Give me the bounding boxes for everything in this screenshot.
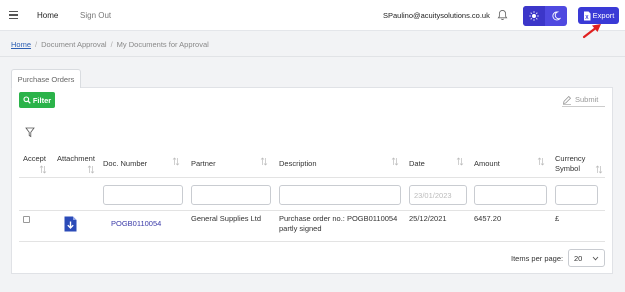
- chevron-down-icon: [592, 256, 599, 260]
- column-header-attachment[interactable]: Attachment: [57, 154, 95, 164]
- sun-icon: [529, 11, 539, 21]
- description-cell: Purchase order no.: POGB0110054 partly s…: [279, 214, 398, 233]
- breadcrumb-separator: /: [110, 40, 113, 49]
- filter-label: Filter: [32, 95, 52, 105]
- purchase-orders-panel: [11, 87, 613, 274]
- filter-row-divider: [19, 210, 605, 211]
- sort-icon[interactable]: [537, 157, 545, 166]
- column-header-partner[interactable]: Partner: [191, 159, 216, 169]
- nav-sign-out-link[interactable]: Sign Out: [80, 11, 111, 20]
- currency-cell: £: [555, 214, 560, 223]
- column-header-date[interactable]: Date: [409, 159, 425, 169]
- tab-purchase-orders[interactable]: Purchase Orders: [11, 69, 81, 88]
- top-bar: Home Sign Out SPaulino@acuitysolutions.c…: [0, 0, 625, 31]
- column-header-amount[interactable]: Amount: [474, 159, 500, 169]
- light-theme-button[interactable]: [523, 6, 545, 26]
- amount-cell: 6457.20: [474, 214, 502, 223]
- header-divider: [0, 56, 625, 57]
- breadcrumb-current-page: My Documents for Approval: [116, 40, 209, 49]
- breadcrumb: Home / Document Approval / My Documents for …: [11, 40, 209, 49]
- export-label: Export: [592, 11, 615, 20]
- partner-filter-input[interactable]: [191, 185, 271, 205]
- filter-button[interactable]: Filter: [19, 92, 55, 108]
- items-per-page-select[interactable]: 20: [568, 249, 605, 267]
- sort-icon[interactable]: [260, 157, 268, 166]
- bell-icon[interactable]: [497, 9, 508, 21]
- sort-icon[interactable]: [456, 157, 464, 166]
- column-header-currency-symbol[interactable]: Currency Symbol: [555, 154, 595, 174]
- filter-funnel-icon[interactable]: [25, 127, 35, 138]
- column-header-doc-number[interactable]: Doc. Number: [103, 159, 147, 169]
- partner-cell: General Supplies Ltd: [191, 214, 262, 223]
- moon-icon: [552, 11, 561, 21]
- column-header-accept[interactable]: Accept: [23, 154, 46, 164]
- date-filter-placeholder: 23/01/2023: [414, 191, 452, 200]
- doc-number-filter-input[interactable]: [103, 185, 183, 205]
- header-row-divider: [19, 177, 605, 178]
- theme-toggle: [523, 6, 567, 26]
- red-arrow-annotation: [582, 24, 601, 39]
- amount-filter-input[interactable]: [474, 185, 547, 205]
- sort-icon[interactable]: [595, 165, 603, 174]
- column-header-description[interactable]: Description: [279, 159, 317, 169]
- pencil-icon: [562, 95, 572, 105]
- dark-theme-button[interactable]: [545, 6, 567, 26]
- sort-icon[interactable]: [39, 165, 47, 174]
- sort-icon[interactable]: [87, 165, 95, 174]
- currency-filter-input[interactable]: [555, 185, 598, 205]
- user-email: SPaulino@acuitysolutions.co.uk: [383, 11, 490, 20]
- date-cell: 25/12/2021: [409, 214, 447, 223]
- submit-button[interactable]: Submit: [562, 93, 605, 107]
- export-file-icon: X: [583, 11, 591, 20]
- doc-number-link[interactable]: POGB0110054: [111, 219, 161, 229]
- sort-icon[interactable]: [391, 157, 399, 166]
- items-per-page-value: 20: [574, 253, 583, 263]
- download-attachment-icon[interactable]: [64, 216, 77, 232]
- search-icon: [23, 96, 31, 104]
- breadcrumb-separator: /: [35, 40, 38, 49]
- row-divider: [19, 241, 605, 242]
- breadcrumb-document-approval: Document Approval: [41, 40, 107, 49]
- sort-icon[interactable]: [172, 157, 180, 166]
- submit-label: Submit: [575, 95, 599, 104]
- description-filter-input[interactable]: [279, 185, 401, 205]
- items-per-page-label: Items per page:: [511, 254, 564, 263]
- menu-icon[interactable]: [9, 11, 18, 19]
- date-filter-input[interactable]: 23/01/2023: [409, 185, 467, 205]
- accept-checkbox[interactable]: [23, 216, 30, 223]
- breadcrumb-home[interactable]: Home: [11, 40, 31, 49]
- nav-home-link[interactable]: Home: [37, 11, 58, 20]
